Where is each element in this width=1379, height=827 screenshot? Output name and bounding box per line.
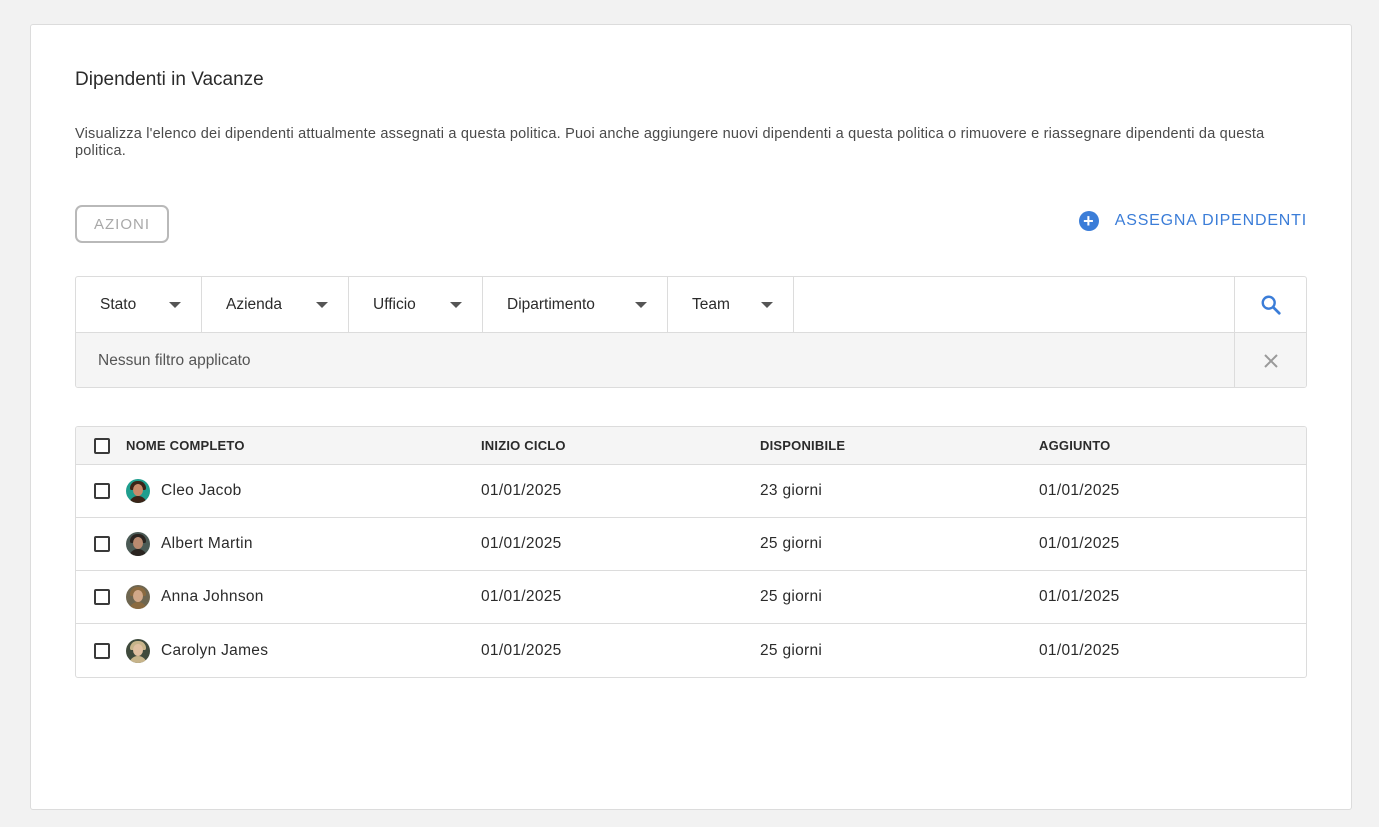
row-checkbox-cell xyxy=(76,483,126,499)
employee-name-cell: Albert Martin xyxy=(126,532,481,556)
row-checkbox-cell xyxy=(76,589,126,605)
avatar-body xyxy=(129,602,147,609)
filter-dropdown-ufficio[interactable]: Ufficio xyxy=(349,277,483,332)
filter-spacer xyxy=(794,277,1235,332)
filter-dropdown-stato[interactable]: Stato xyxy=(76,277,202,332)
cycle-start: 01/01/2025 xyxy=(481,535,562,552)
column-header-available[interactable]: DISPONIBILE xyxy=(760,438,1039,453)
available-days: 23 giorni xyxy=(760,482,823,499)
column-header-added[interactable]: AGGIUNTO xyxy=(1039,438,1306,453)
caret-down-icon xyxy=(761,301,773,308)
row-checkbox-cell xyxy=(76,536,126,552)
employee-name-cell: Anna Johnson xyxy=(126,585,481,609)
filter-dropdown-team[interactable]: Team xyxy=(668,277,794,332)
caret-down-icon xyxy=(635,301,647,308)
filter-dropdown-azienda[interactable]: Azienda xyxy=(202,277,349,332)
row-checkbox[interactable] xyxy=(94,642,110,659)
avatar-face xyxy=(133,484,143,496)
filter-label: Azienda xyxy=(226,295,283,313)
plus-circle-icon: + xyxy=(1078,211,1099,231)
caret-down-icon xyxy=(316,301,328,308)
available-days: 25 giorni xyxy=(760,535,823,552)
employee-name[interactable]: Anna Johnson xyxy=(161,588,264,606)
row-checkbox[interactable] xyxy=(94,589,110,605)
search-icon xyxy=(1261,295,1281,315)
header-checkbox-cell xyxy=(76,437,126,454)
table-body: Cleo Jacob 01/01/2025 23 giorni 01/01/20… xyxy=(76,465,1306,677)
employee-name[interactable]: Cleo Jacob xyxy=(161,482,242,500)
row-checkbox[interactable] xyxy=(94,536,110,552)
avatar xyxy=(126,532,150,556)
cycle-start: 01/01/2025 xyxy=(481,641,562,659)
avatar xyxy=(126,638,150,663)
added-date: 01/01/2025 xyxy=(1039,588,1120,605)
filter-panel: Stato Azienda Ufficio Dipartimento Team xyxy=(75,276,1307,388)
page-title: Dipendenti in Vacanze xyxy=(75,69,264,90)
avatar-body xyxy=(129,496,147,503)
filter-dropdown-row: Stato Azienda Ufficio Dipartimento Team xyxy=(76,277,1306,333)
applied-filters-row: Nessun filtro applicato xyxy=(76,333,1306,387)
caret-down-icon xyxy=(169,301,181,308)
table-row[interactable]: Anna Johnson 01/01/2025 25 giorni 01/01/… xyxy=(76,571,1306,624)
available-days: 25 giorni xyxy=(760,588,823,605)
column-header-name[interactable]: NOME COMPLETO xyxy=(126,438,481,453)
assign-employees-button[interactable]: + ASSEGNA DIPENDENTI xyxy=(1078,211,1307,231)
cycle-start: 01/01/2025 xyxy=(481,588,562,605)
filter-label: Ufficio xyxy=(373,295,416,313)
employee-name-cell: Carolyn James xyxy=(126,638,481,663)
actions-button[interactable]: AZIONI xyxy=(75,205,169,243)
filter-label: Stato xyxy=(100,295,137,313)
page-description: Visualizza l'elenco dei dipendenti attua… xyxy=(75,126,1265,159)
avatar xyxy=(126,479,150,503)
close-icon xyxy=(1263,353,1278,368)
employee-name-cell: Cleo Jacob xyxy=(126,479,481,503)
avatar-face xyxy=(133,643,143,656)
avatar xyxy=(126,585,150,609)
row-checkbox-cell xyxy=(76,642,126,659)
row-checkbox[interactable] xyxy=(94,483,110,499)
caret-down-icon xyxy=(450,301,462,308)
table-row[interactable]: Albert Martin 01/01/2025 25 giorni 01/01… xyxy=(76,518,1306,571)
table-row[interactable]: Cleo Jacob 01/01/2025 23 giorni 01/01/20… xyxy=(76,465,1306,518)
avatar-body xyxy=(129,549,147,556)
select-all-checkbox[interactable] xyxy=(94,437,110,454)
applied-filters-text: Nessun filtro applicato xyxy=(76,333,1235,387)
added-date: 01/01/2025 xyxy=(1039,535,1120,552)
avatar-face xyxy=(133,537,143,549)
policy-employees-card: Dipendenti in Vacanze Visualizza l'elenc… xyxy=(30,24,1352,810)
employee-name[interactable]: Carolyn James xyxy=(161,642,268,660)
employees-table: NOME COMPLETO INIZIO CICLO DISPONIBILE A… xyxy=(75,426,1307,678)
clear-filters-button[interactable] xyxy=(1235,333,1306,387)
search-button[interactable] xyxy=(1235,277,1306,332)
cycle-start: 01/01/2025 xyxy=(481,482,562,499)
filter-dropdown-dipartimento[interactable]: Dipartimento xyxy=(483,277,668,332)
employee-name[interactable]: Albert Martin xyxy=(161,535,253,553)
avatar-body xyxy=(129,655,147,663)
added-date: 01/01/2025 xyxy=(1039,641,1120,659)
added-date: 01/01/2025 xyxy=(1039,482,1120,499)
column-header-start[interactable]: INIZIO CICLO xyxy=(481,438,760,453)
filter-label: Dipartimento xyxy=(507,295,595,313)
assign-employees-label: ASSEGNA DIPENDENTI xyxy=(1114,212,1307,229)
available-days: 25 giorni xyxy=(760,641,823,659)
table-header: NOME COMPLETO INIZIO CICLO DISPONIBILE A… xyxy=(76,427,1306,465)
avatar-face xyxy=(133,590,143,602)
table-row[interactable]: Carolyn James 01/01/2025 25 giorni 01/01… xyxy=(76,624,1306,677)
filter-label: Team xyxy=(692,295,730,313)
